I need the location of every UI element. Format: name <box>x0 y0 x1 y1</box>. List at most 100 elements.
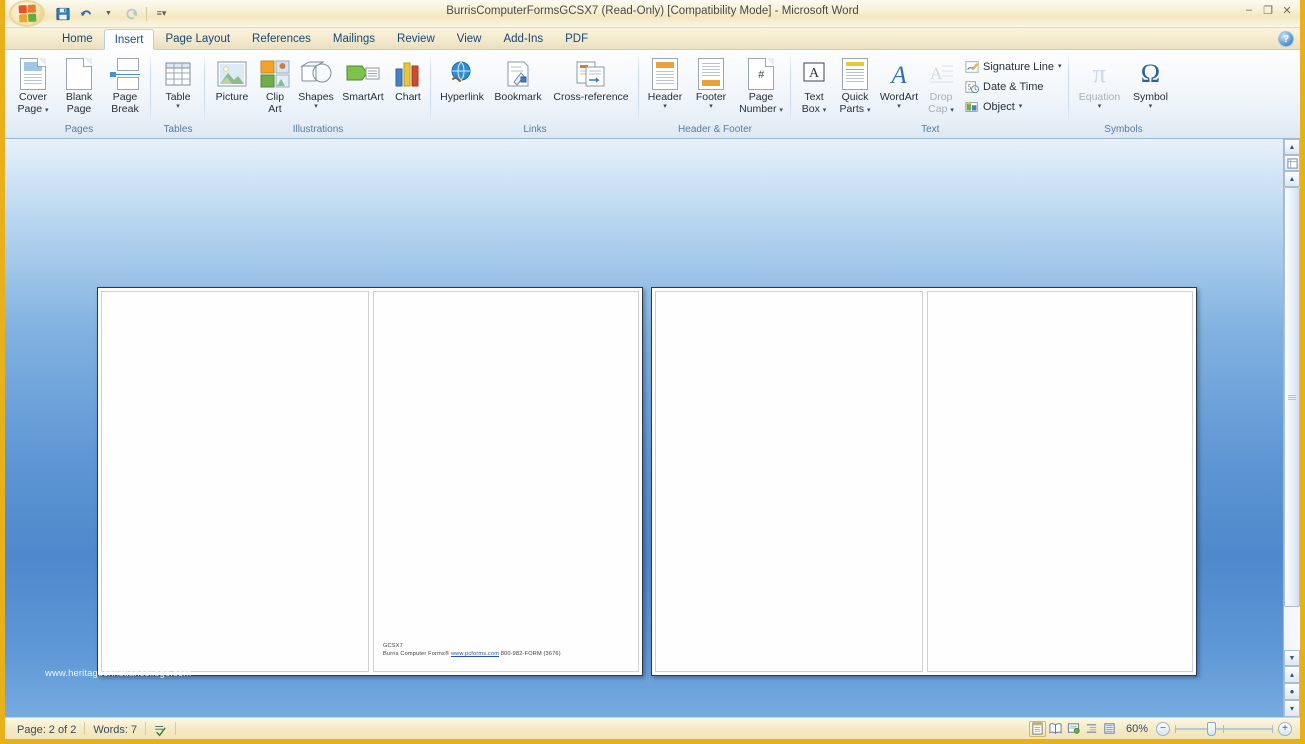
scrollbar-track[interactable] <box>1284 187 1300 650</box>
help-icon[interactable]: ? <box>1278 31 1294 47</box>
office-button[interactable] <box>9 0 45 27</box>
bookmark-button[interactable]: Bookmark <box>490 54 546 120</box>
close-button[interactable]: ✕ <box>1278 2 1296 18</box>
undo-button[interactable] <box>75 4 96 24</box>
hyperlink-button[interactable]: Hyperlink <box>434 54 490 120</box>
wordart-label: WordArt <box>880 92 918 103</box>
quick-parts-label-2: Parts ▾ <box>840 104 871 115</box>
ribbon-group-header-footer: Header ▾ Footer ▾ <box>639 50 791 138</box>
table-label: Table <box>165 92 190 103</box>
chevron-down-icon: ▾ <box>950 107 954 114</box>
equation-icon: π <box>1093 57 1106 91</box>
drop-cap-button[interactable]: A Drop Cap ▾ <box>922 54 960 120</box>
zoom-level-label[interactable]: 60% <box>1124 723 1156 735</box>
chart-button[interactable]: Chart <box>388 54 428 120</box>
print-layout-view-button[interactable] <box>1029 721 1046 737</box>
picture-button[interactable]: Picture <box>208 54 256 120</box>
zoom-handle[interactable] <box>1207 722 1216 736</box>
page-half-1a[interactable] <box>101 291 369 672</box>
select-browse-object-button[interactable]: ● <box>1284 683 1300 700</box>
tab-insert[interactable]: Insert <box>104 29 155 50</box>
blank-page-label-1: Blank <box>66 92 92 103</box>
draft-view-button[interactable] <box>1101 721 1118 737</box>
clip-art-button[interactable]: Clip Art <box>256 54 294 120</box>
footer-button[interactable]: Footer ▾ <box>688 54 734 120</box>
page-break-button[interactable]: Page Break <box>102 54 148 120</box>
chevron-down-icon: ▾ <box>779 107 783 114</box>
shapes-button[interactable]: Shapes ▾ <box>294 54 338 120</box>
wordart-button[interactable]: A WordArt ▾ <box>876 54 922 120</box>
symbol-button[interactable]: Ω Symbol ▾ <box>1126 54 1174 120</box>
page-spread-2[interactable] <box>651 287 1197 676</box>
undo-dropdown-button[interactable]: ▼ <box>98 4 119 24</box>
outline-view-button[interactable] <box>1083 721 1100 737</box>
page-spread-1[interactable]: GCSX7 Burris Computer Forms® www.pcforms… <box>97 287 643 676</box>
page-half-2b[interactable] <box>927 291 1193 672</box>
pages-row: GCSX7 Burris Computer Forms® www.pcforms… <box>97 287 1197 676</box>
header-button[interactable]: Header ▾ <box>642 54 688 120</box>
scrollbar-thumb[interactable] <box>1284 187 1300 607</box>
smartart-button[interactable]: SmartArt <box>338 54 388 120</box>
tab-references[interactable]: References <box>241 28 322 49</box>
date-time-button[interactable]: 5 Date & Time <box>960 77 1066 96</box>
zoom-in-button[interactable]: + <box>1278 722 1292 736</box>
shapes-label: Shapes <box>298 92 334 103</box>
text-box-button[interactable]: A Text Box ▾ <box>794 54 834 120</box>
next-page-button[interactable]: ▾ <box>1284 700 1300 717</box>
smartart-label: SmartArt <box>342 92 383 103</box>
customize-qat-button[interactable]: ≡▾ <box>151 4 172 24</box>
window-title: BurrisComputerFormsGCSX7 (Read-Only) [Co… <box>5 5 1300 17</box>
zoom-tick <box>1223 725 1224 733</box>
zoom-track[interactable] <box>1175 722 1273 736</box>
tab-pdf[interactable]: PDF <box>554 28 599 49</box>
chevron-down-icon: ▾ <box>1058 63 1062 70</box>
object-button[interactable]: Object ▾ <box>960 97 1066 116</box>
page-half-2a[interactable] <box>655 291 923 672</box>
zoom-out-button[interactable]: − <box>1156 722 1170 736</box>
scroll-up-small-button[interactable]: ▲ <box>1284 139 1300 155</box>
scroll-down-button[interactable]: ▼ <box>1284 650 1300 666</box>
tab-add-ins[interactable]: Add-Ins <box>492 28 554 49</box>
page-half-1b[interactable]: GCSX7 Burris Computer Forms® www.pcforms… <box>373 291 639 672</box>
tab-page-layout[interactable]: Page Layout <box>154 28 241 49</box>
tab-mailings[interactable]: Mailings <box>322 28 386 49</box>
web-layout-view-button[interactable] <box>1065 721 1082 737</box>
document-canvas: GCSX7 Burris Computer Forms® www.pcforms… <box>5 139 1300 717</box>
cover-page-button[interactable]: Cover Page ▾ <box>10 54 56 120</box>
minimize-button[interactable]: – <box>1240 2 1258 18</box>
clip-art-icon <box>260 57 290 91</box>
signature-line-button[interactable]: Signature Line ▾ <box>960 57 1066 76</box>
form-footer-text: GCSX7 Burris Computer Forms® www.pcforms… <box>383 642 561 658</box>
table-button[interactable]: Table ▾ <box>155 54 201 120</box>
page-indicator[interactable]: Page: 2 of 2 <box>9 720 84 738</box>
redo-button[interactable] <box>121 4 142 24</box>
cross-reference-button[interactable]: Cross-reference <box>546 54 636 120</box>
previous-page-button[interactable]: ▴ <box>1284 666 1300 683</box>
proofing-status-button[interactable] <box>146 720 175 738</box>
save-button[interactable] <box>52 4 73 24</box>
tab-view[interactable]: View <box>446 28 493 49</box>
quick-parts-button[interactable]: Quick Parts ▾ <box>834 54 876 120</box>
document-scroll-region[interactable]: GCSX7 Burris Computer Forms® www.pcforms… <box>5 139 1283 717</box>
object-label: Object <box>983 101 1015 113</box>
zoom-slider[interactable]: − + <box>1156 722 1296 736</box>
tab-home[interactable]: Home <box>51 28 104 49</box>
page-break-label-1: Page <box>113 92 138 103</box>
equation-button[interactable]: π Equation ▾ <box>1072 54 1126 120</box>
outline-icon <box>1085 722 1098 735</box>
spell-check-icon <box>153 723 168 737</box>
status-bar: Page: 2 of 2 Words: 7 <box>5 717 1300 739</box>
blank-page-button[interactable]: Blank Page <box>56 54 102 120</box>
vertical-scrollbar[interactable]: ▲ ▲ ▼ ▴ ● ▾ <box>1283 139 1300 717</box>
view-ruler-button[interactable] <box>1284 155 1300 171</box>
ribbon-group-symbols: π Equation ▾ Ω Symbol ▾ Symbols <box>1069 50 1177 138</box>
restore-button[interactable]: ❐ <box>1259 2 1277 18</box>
scroll-up-button[interactable]: ▲ <box>1284 171 1300 187</box>
tab-review[interactable]: Review <box>386 28 446 49</box>
window-controls: – ❐ ✕ <box>1240 2 1296 18</box>
object-icon <box>965 100 979 114</box>
word-count[interactable]: Words: 7 <box>85 720 145 738</box>
form-website-link[interactable]: www.pcforms.com <box>451 651 499 657</box>
full-screen-reading-view-button[interactable] <box>1047 721 1064 737</box>
page-number-button[interactable]: # Page Number ▾ <box>734 54 788 120</box>
